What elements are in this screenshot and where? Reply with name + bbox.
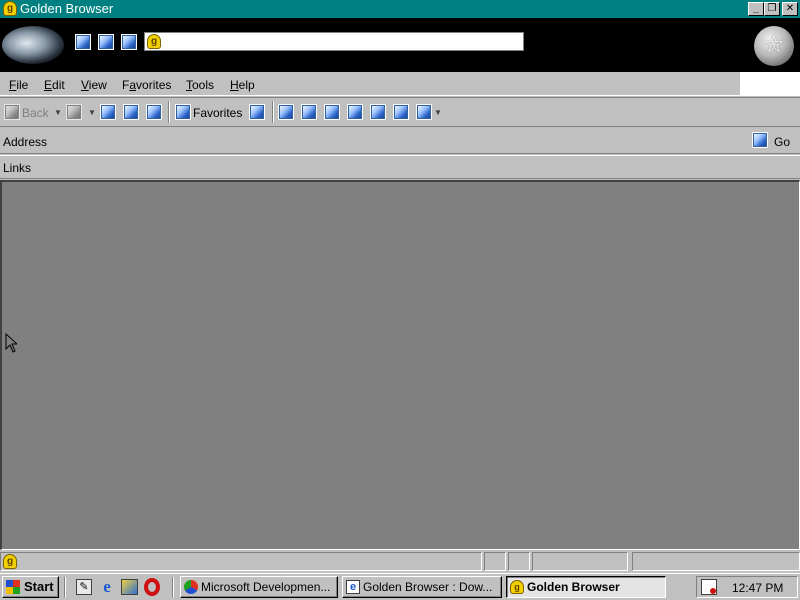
brand-tool-icon-1[interactable] — [75, 34, 91, 50]
minimize-button[interactable]: _ — [748, 2, 764, 16]
opera-icon[interactable] — [144, 578, 160, 596]
close-icon: ✕ — [785, 3, 795, 14]
address-input[interactable] — [54, 133, 744, 149]
star-button[interactable]: ☆ — [754, 26, 794, 66]
show-desktop-icon[interactable]: ✎ — [76, 579, 92, 595]
go-icon[interactable] — [752, 132, 768, 148]
status-panel-security — [508, 552, 530, 571]
start-button[interactable]: Start — [2, 576, 59, 598]
golden-browser-icon: g — [147, 34, 161, 49]
restore-button[interactable]: ❐ — [764, 2, 780, 16]
back-button[interactable]: Back — [22, 106, 49, 120]
taskbar-separator — [172, 577, 174, 597]
refresh-icon[interactable] — [123, 104, 139, 120]
menu-view[interactable]: View — [81, 78, 107, 92]
title-bar[interactable]: g Golden Browser _ ❐ ✕ — [0, 0, 800, 18]
home-icon[interactable] — [146, 104, 162, 120]
page-content-area[interactable] — [0, 180, 800, 550]
back-dropdown-icon[interactable]: ▼ — [54, 108, 62, 117]
close-button[interactable]: ✕ — [782, 2, 798, 16]
golden-browser-icon: g — [510, 580, 524, 594]
toolbar-separator — [168, 101, 170, 123]
system-tray: 12:47 PM — [696, 576, 798, 598]
menu-favorites[interactable]: Favorites — [122, 78, 171, 92]
print-icon[interactable] — [301, 104, 317, 120]
status-panel-progress — [484, 552, 506, 571]
more-tools-icon[interactable] — [416, 104, 432, 120]
status-panel-zone — [532, 552, 628, 571]
mail-icon[interactable] — [278, 104, 294, 120]
status-panel-extra — [632, 552, 800, 571]
ie-page-icon: e — [346, 580, 360, 594]
internet-explorer-icon[interactable]: e — [98, 578, 116, 596]
volume-icon[interactable] — [701, 579, 717, 595]
toolbar-separator — [272, 101, 274, 123]
status-panel-main: g — [0, 552, 482, 571]
windows-logo-icon — [6, 580, 20, 594]
network-icon[interactable] — [121, 579, 138, 595]
go-button[interactable]: Go — [774, 135, 790, 149]
window-title: Golden Browser — [20, 1, 114, 16]
forward-icon[interactable] — [66, 104, 82, 120]
task-label: Microsoft Developmen... — [201, 580, 331, 594]
task-button-golden-download[interactable]: e Golden Browser : Dow... — [342, 576, 502, 598]
menu-file[interactable]: File — [9, 78, 28, 92]
address-label: Address — [3, 135, 48, 149]
clock[interactable]: 12:47 PM — [732, 581, 783, 595]
task-button-golden-browser[interactable]: g Golden Browser — [506, 576, 666, 598]
brand-search-input[interactable]: g — [144, 32, 524, 51]
links-bar — [0, 155, 800, 179]
forward-dropdown-icon[interactable]: ▼ — [88, 108, 96, 117]
menu-bar-throbber-area — [740, 72, 800, 96]
golden-browser-icon: g — [3, 1, 17, 16]
discuss-icon[interactable] — [347, 104, 363, 120]
task-label: Golden Browser : Dow... — [363, 580, 493, 594]
back-icon — [4, 104, 20, 120]
devstudio-icon — [184, 580, 198, 594]
menu-tools[interactable]: Tools — [186, 78, 214, 92]
more-tools-dropdown-icon[interactable]: ▼ — [434, 108, 442, 117]
restore-icon: ❐ — [767, 3, 777, 14]
menu-help[interactable]: Help — [230, 78, 255, 92]
task-button-devstudio[interactable]: Microsoft Developmen... — [180, 576, 338, 598]
history-icon[interactable] — [249, 104, 265, 120]
mouse-pointer-icon — [5, 333, 17, 353]
golden-browser-icon: g — [3, 554, 17, 569]
taskbar-separator — [64, 577, 66, 597]
star-icon: ☆ — [763, 31, 785, 58]
favorites-button[interactable]: Favorites — [193, 106, 242, 120]
links-label[interactable]: Links — [3, 161, 31, 175]
menu-edit[interactable]: Edit — [44, 78, 65, 92]
task-label: Golden Browser — [527, 580, 620, 594]
browser-logo — [2, 26, 64, 64]
favorites-icon[interactable] — [175, 104, 191, 120]
messenger-icon[interactable] — [370, 104, 386, 120]
start-label: Start — [24, 579, 54, 594]
brand-tool-icon-3[interactable] — [121, 34, 137, 50]
brand-tool-icon-2[interactable] — [98, 34, 114, 50]
menu-bar — [0, 72, 740, 96]
minimize-icon: _ — [753, 3, 759, 14]
edit-icon[interactable] — [324, 104, 340, 120]
stop-icon[interactable] — [100, 104, 116, 120]
research-icon[interactable] — [393, 104, 409, 120]
